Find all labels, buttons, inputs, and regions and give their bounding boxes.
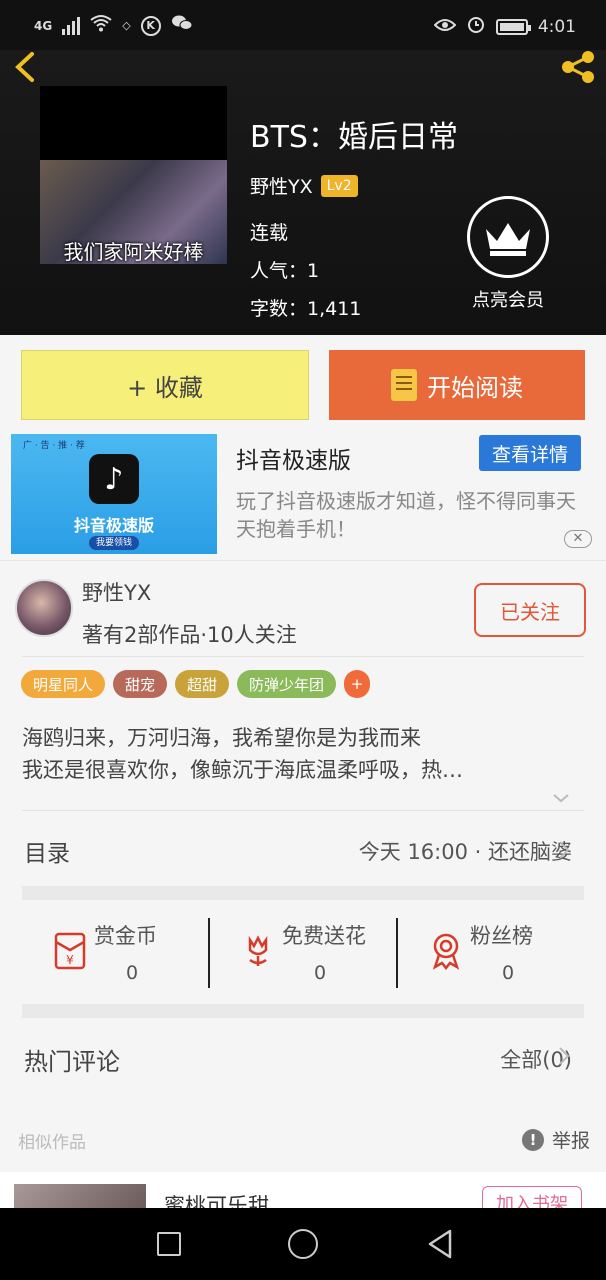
stat-value: 0 [502,962,515,984]
cover-caption: 我们家阿米好棒 [63,240,204,264]
ad-close-button[interactable]: ✕ [564,530,592,548]
warning-icon: ! [521,1128,544,1151]
send-flower-stat[interactable]: 免费送花 0 [208,916,396,992]
tag-list: 明星同人 甜宠 超甜 防弹少年团 + [21,670,371,698]
word-count: 字数：1,411 [250,298,362,320]
eye-icon [433,17,457,37]
tag-item[interactable]: 防弹少年团 [237,670,337,698]
gold-coin-stat[interactable]: ¥ 赏金币 0 [20,916,208,992]
similar-works-header: 相似作品 ! 举报 [0,1112,606,1168]
report-button[interactable]: ! 举报 [521,1126,590,1153]
author-line: 野性YX Lv2 [250,172,358,199]
tiktok-logo-icon: ♪ [89,454,139,504]
chevron-right-icon [558,840,570,865]
toc-label: 目录 [24,841,70,867]
tag-item[interactable]: 甜宠 [113,670,168,698]
share-button[interactable] [558,50,598,84]
book-status: 连载 [250,222,289,244]
ad-banner[interactable]: 广 · 告 · 推 · 荐 ♪ 抖音极速版 我要领钱 抖音极速版 查看详情 玩了… [0,425,606,560]
chevron-right-icon [558,1046,570,1071]
stat-value: 0 [314,962,327,984]
stat-label: 赏金币 [94,924,157,948]
add-to-shelf-button[interactable]: 加入书架 [482,1186,582,1208]
status-bar: 4G ◇ K 4:01 [0,0,606,50]
description-line: 我还是很喜欢你，像鲸沉于海底温柔呼吸，热… [22,758,463,782]
network-type: 4G [34,18,53,33]
report-label: 举报 [551,1130,590,1152]
tag-item[interactable]: 超甜 [175,670,230,698]
description-line: 海鸥归来，万河归海，我希望你是为我而来 [22,726,421,750]
hot-comments-row[interactable]: 热门评论 全部(0) [0,1022,606,1094]
ad-image-button: 我要领钱 [89,536,139,550]
book-cover[interactable]: 我们家阿米好棒 [40,86,227,264]
battery-icon [495,18,531,35]
ad-image-topline: 广 · 告 · 推 · 荐 [23,441,85,451]
wechat-icon [171,14,193,37]
ad-details-button[interactable]: 查看详情 [479,435,581,471]
ad-description: 玩了抖音极速版才知道，怪不得同事天天抱着手机！ [236,489,576,541]
clock-time: 4:01 [537,16,576,37]
stats-row: ¥ 赏金币 0 免费送花 0 粉丝榜 0 [0,902,606,1006]
share-icon [562,51,594,83]
system-nav-bar [0,1208,606,1280]
ad-title: 抖音极速版 [236,448,351,474]
k-app-icon: K [140,15,161,36]
home-button[interactable] [288,1229,318,1259]
table-of-contents-row[interactable]: 目录 今天 16:00 · 还还脑婆 [0,812,606,890]
svg-text:¥: ¥ [66,953,74,967]
author-stats: 著有2部作品·10人关注 [82,623,297,647]
red-envelope-icon: ¥ [54,932,86,970]
add-tag-button[interactable]: + [344,670,371,698]
recents-button[interactable] [157,1232,181,1256]
start-reading-button[interactable]: 开始阅读 [329,350,585,420]
wifi-icon [90,14,112,37]
crown-icon [467,196,549,278]
chevron-down-icon[interactable] [552,788,570,807]
recommended-book[interactable]: 蜜桃可乐甜 加入书架 [0,1172,606,1208]
chevron-left-icon [15,52,34,82]
stat-value: 0 [126,962,139,984]
medal-icon [432,933,460,970]
hot-comments-label: 热门评论 [24,1048,120,1076]
signal-icon [62,16,81,35]
book-title: BTS：婚后日常 [250,120,458,155]
stat-label: 免费送花 [282,924,366,948]
latest-chapter: 今天 16:00 · 还还脑婆 [358,840,572,864]
collect-button[interactable]: + 收藏 [21,350,309,420]
back-button[interactable] [10,50,44,84]
author-section: 野性YX 著有2部作品·10人关注 已关注 [0,560,606,658]
ad-image-app-name: 抖音极速版 [73,516,154,535]
divider [22,656,584,657]
author-name[interactable]: 野性YX [250,172,313,199]
alarm-icon [466,14,486,39]
level-badge: Lv2 [320,174,358,197]
ad-image[interactable]: 广 · 告 · 推 · 荐 ♪ 抖音极速版 我要领钱 [11,434,217,554]
member-button[interactable]: 点亮会员 [464,196,552,312]
book-description[interactable]: 海鸥归来，万河归海，我希望你是为我而来 我还是很喜欢你，像鲸沉于海底温柔呼吸，热… [22,722,582,786]
book-header: 我们家阿米好棒 BTS：婚后日常 野性YX Lv2 连载 人气：1 字数：1,4… [0,50,606,335]
recommended-book-title: 蜜桃可乐甜 [164,1194,269,1208]
book-icon [391,369,417,401]
member-label: 点亮会员 [472,290,544,311]
back-nav-button[interactable] [426,1228,454,1260]
tag-item[interactable]: 明星同人 [21,670,106,698]
section-separator [22,886,584,900]
popularity: 人气：1 [250,260,320,282]
divider [22,810,584,811]
author-name-large[interactable]: 野性YX [82,577,151,607]
start-reading-label: 开始阅读 [427,373,523,402]
fan-ranking-stat[interactable]: 粉丝榜 0 [396,916,584,992]
similar-works-label: 相似作品 [18,1133,86,1153]
flower-icon [248,935,268,966]
recommended-book-cover[interactable] [14,1184,146,1208]
follow-button[interactable]: 已关注 [474,583,586,637]
sim-icon: ◇ [122,19,131,32]
stat-label: 粉丝榜 [470,924,533,948]
action-row: + 收藏 开始阅读 [0,335,606,425]
avatar[interactable] [15,579,73,637]
section-separator [22,1004,584,1018]
